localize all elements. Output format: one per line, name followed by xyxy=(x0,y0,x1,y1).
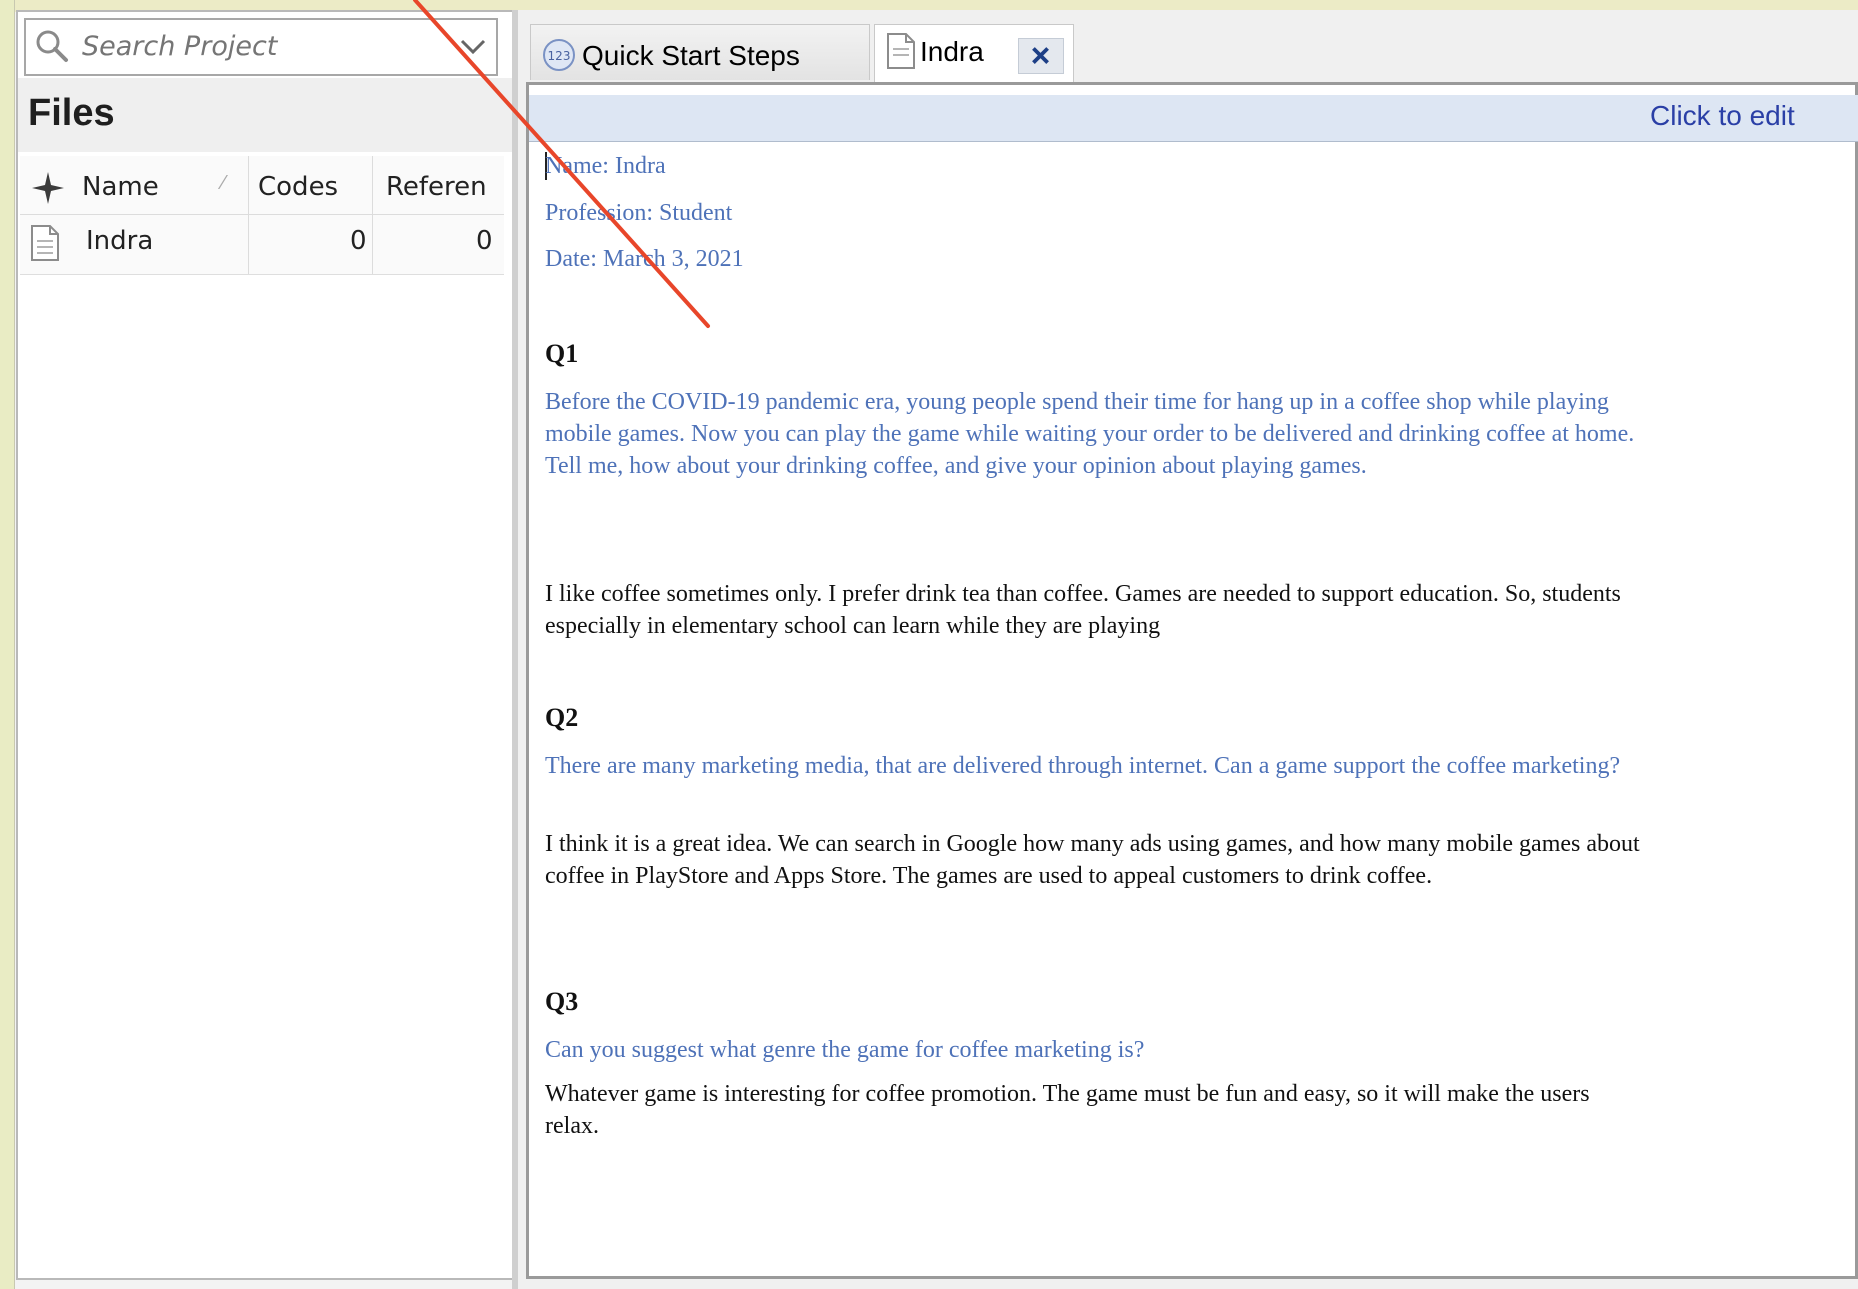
search-input[interactable] xyxy=(82,22,442,70)
annotation-arrow xyxy=(413,0,710,328)
question-heading-q2: Q2 xyxy=(545,703,579,732)
file-row-name[interactable]: Indra xyxy=(86,226,153,256)
document-icon xyxy=(31,225,59,261)
answer-text-q1: I like coffee sometimes only. I prefer d… xyxy=(545,581,1621,639)
column-separator xyxy=(372,156,373,274)
question-text-q1: Before the COVID-19 pandemic era, young … xyxy=(545,389,1635,479)
column-header-codes[interactable]: Codes xyxy=(258,172,338,202)
file-row-codes: 0 xyxy=(350,226,367,256)
column-header-name[interactable]: Name xyxy=(82,172,159,202)
question-text-q2: There are many marketing media, that are… xyxy=(545,753,1621,779)
answer-text-q2: I think it is a great idea. We can searc… xyxy=(545,831,1640,889)
sort-indicator-icon: ⁄ xyxy=(222,172,226,194)
click-to-edit-link[interactable]: Click to edit xyxy=(1650,100,1795,132)
answer-text-q3: Whatever game is interesting for coffee … xyxy=(545,1081,1590,1139)
close-tab-button[interactable] xyxy=(1018,38,1064,74)
document-icon xyxy=(887,33,915,69)
files-title: Files xyxy=(28,92,115,134)
question-text-q3: Can you suggest what genre the game for … xyxy=(545,1037,1145,1063)
window-left-edge xyxy=(0,0,15,1289)
pin-icon[interactable] xyxy=(30,170,66,206)
search-icon xyxy=(36,30,68,62)
close-icon xyxy=(1032,47,1049,64)
column-separator xyxy=(248,156,249,274)
question-heading-q1: Q1 xyxy=(545,339,579,368)
tab-indra-label: Indra xyxy=(920,36,984,67)
question-heading-q3: Q3 xyxy=(545,987,579,1016)
